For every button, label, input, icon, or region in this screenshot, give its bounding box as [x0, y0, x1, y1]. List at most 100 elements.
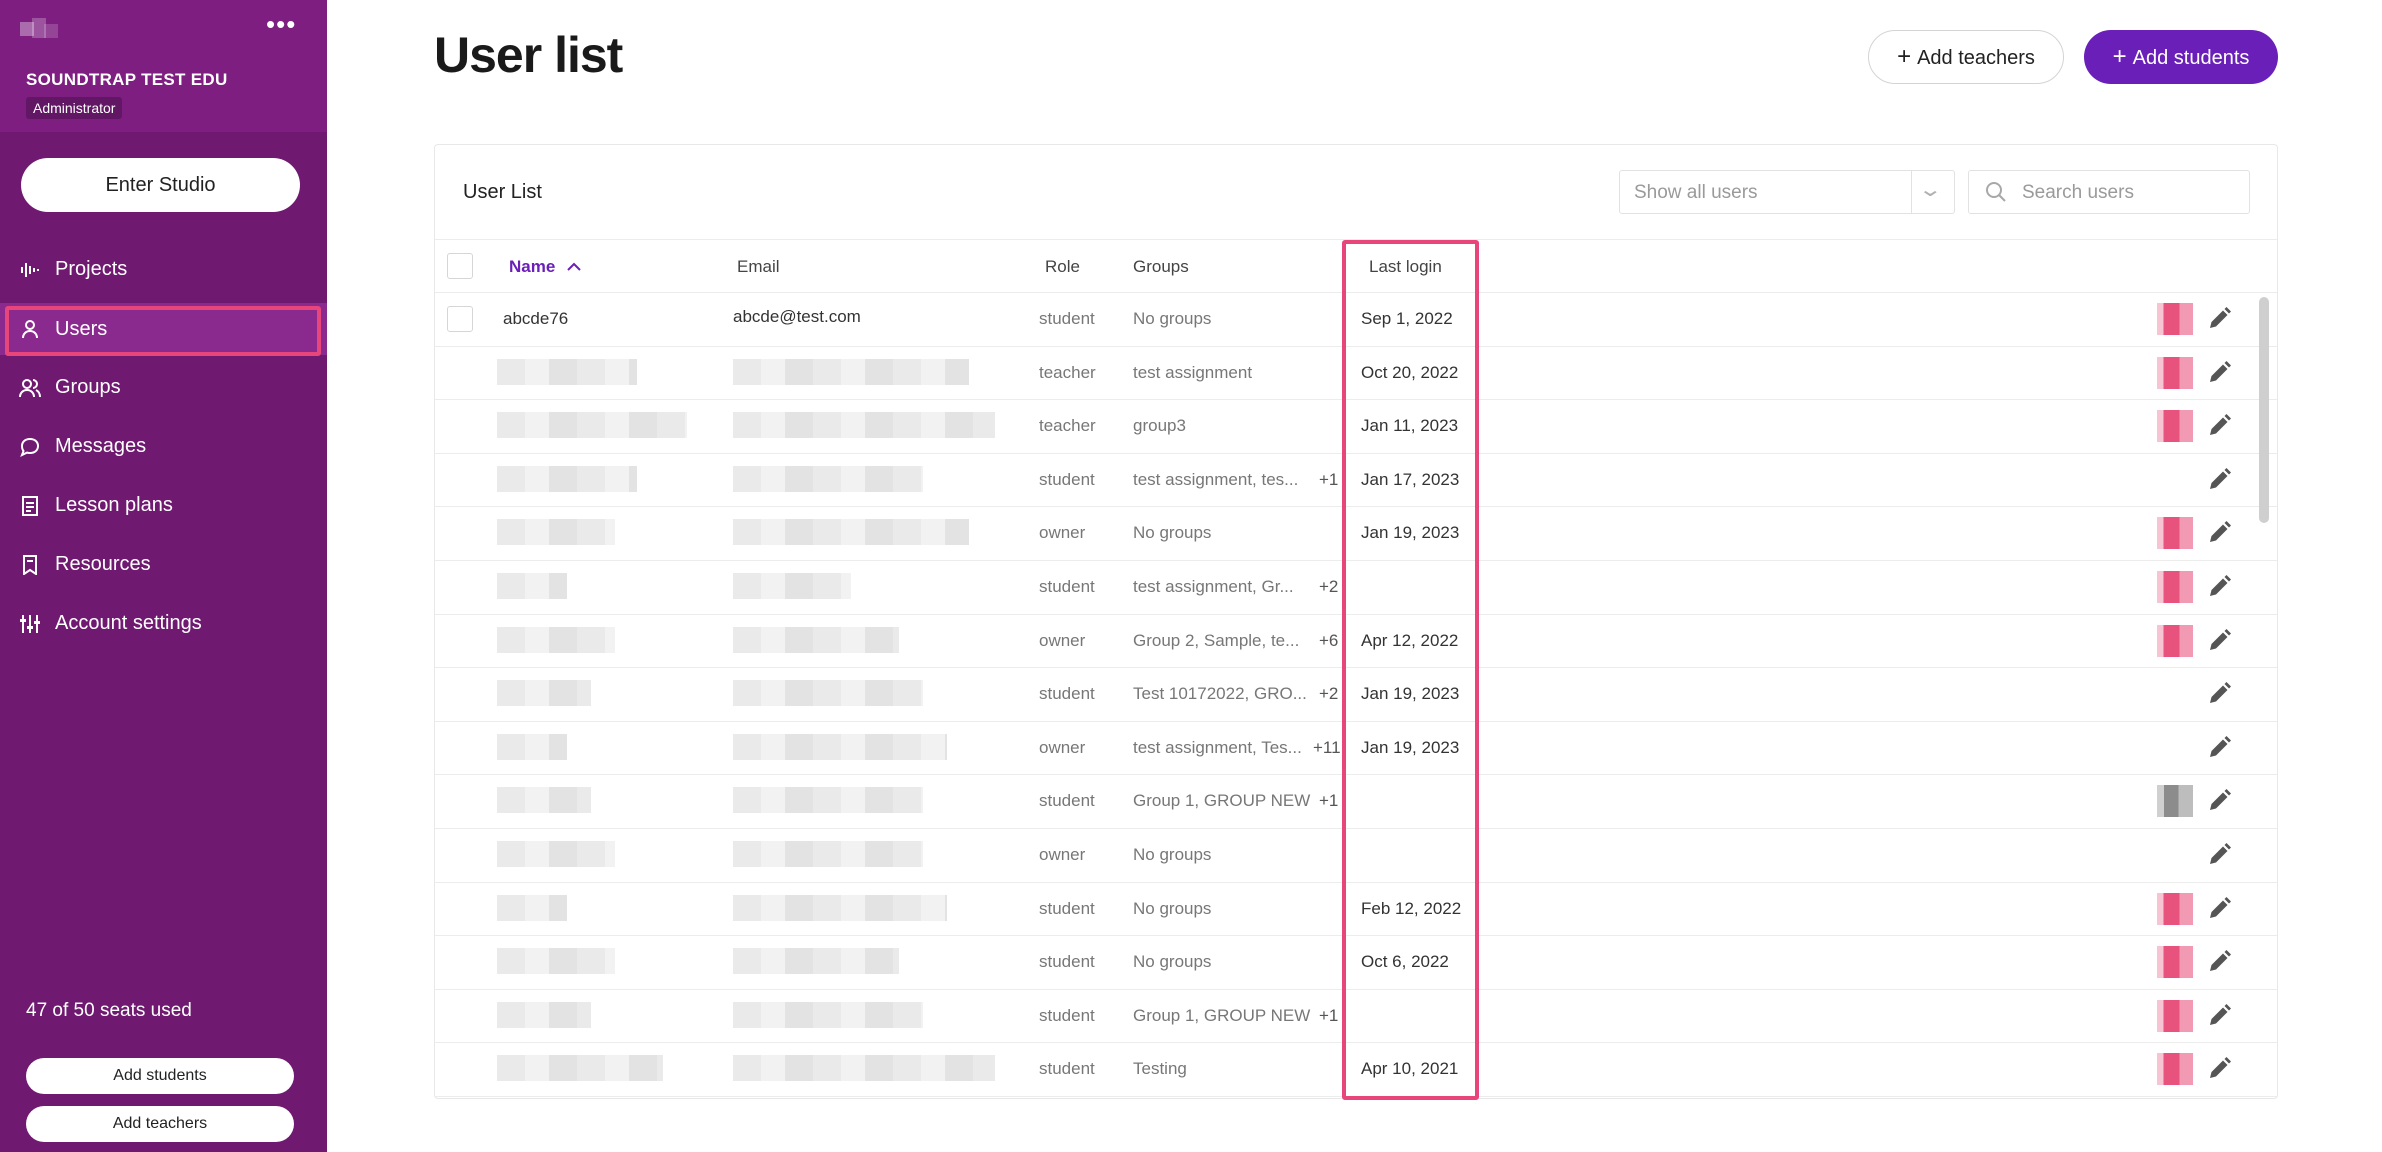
sidebar-item-projects[interactable]: Projects: [0, 240, 327, 299]
avatar: [2157, 946, 2193, 979]
table-row[interactable]: student No groups Feb 12, 2022: [435, 883, 2277, 937]
avatar: [2157, 785, 2193, 818]
add-students-button[interactable]: + Add students: [2084, 30, 2278, 84]
redacted-name: [497, 680, 591, 707]
sidebar-item-account-settings[interactable]: Account settings: [0, 594, 327, 653]
pencil-icon[interactable]: [2205, 573, 2233, 601]
redacted-name: [497, 840, 615, 867]
more-groups-badge[interactable]: +11: [1313, 738, 1341, 758]
pencil-icon[interactable]: [2205, 680, 2233, 708]
cell-last-login: Jan 19, 2023: [1361, 737, 1460, 757]
cell-last-login: Apr 12, 2022: [1361, 630, 1459, 650]
avatar: [2157, 999, 2193, 1032]
add-teachers-label: Add teachers: [1917, 47, 2035, 69]
bars-icon: [19, 259, 41, 281]
more-groups-badge[interactable]: +2: [1319, 577, 1338, 597]
add-teachers-button[interactable]: + Add teachers: [1868, 30, 2064, 84]
sidebar-item-label: Messages: [55, 435, 147, 457]
table-row[interactable]: teacher group3 Jan 11, 2023: [435, 400, 2277, 454]
scrollbar[interactable]: [2259, 297, 2269, 523]
pencil-icon[interactable]: [2205, 895, 2233, 923]
sidebar-add-teachers-button[interactable]: Add teachers: [26, 1106, 294, 1142]
table-row[interactable]: student Group 1, GROUP NEW +1: [435, 775, 2277, 829]
more-groups-badge[interactable]: +1: [1319, 1006, 1338, 1026]
column-header-email[interactable]: Email: [737, 257, 780, 277]
redacted-name: [497, 519, 615, 546]
table-row[interactable]: owner No groups Jan 19, 2023: [435, 507, 2277, 561]
group-icon: [19, 377, 41, 399]
pencil-icon[interactable]: [2205, 734, 2233, 762]
sidebar-item-groups[interactable]: Groups: [0, 358, 327, 417]
pencil-icon[interactable]: [2205, 627, 2233, 655]
avatar: [2157, 303, 2193, 335]
cell-role: owner: [1039, 737, 1086, 757]
cell-groups: No groups: [1133, 952, 1212, 972]
table-row[interactable]: student test assignment, Gr... +2: [435, 561, 2277, 615]
document-icon: [19, 495, 41, 517]
avatar: [2157, 517, 2193, 550]
sidebar-item-resources[interactable]: Resources: [0, 535, 327, 594]
pencil-icon[interactable]: [2205, 1055, 2233, 1083]
pencil-icon[interactable]: [2205, 412, 2233, 440]
pencil-icon[interactable]: [2205, 359, 2233, 387]
redacted-email: [733, 519, 969, 546]
sidebar-item-users[interactable]: Users: [0, 303, 327, 356]
column-header-groups[interactable]: Groups: [1133, 257, 1189, 277]
column-header-role[interactable]: Role: [1045, 257, 1080, 277]
sliders-icon: [19, 613, 41, 635]
table-row[interactable]: teacher test assignment Oct 20, 2022: [435, 347, 2277, 401]
row-checkbox[interactable]: [447, 306, 473, 332]
plus-icon: +: [2112, 43, 2127, 70]
user-icon: [19, 318, 41, 340]
column-header-last-login[interactable]: Last login: [1369, 257, 1442, 277]
cell-last-login: Jan 11, 2023: [1361, 416, 1459, 436]
chevron-down-icon[interactable]: ⌄: [1918, 177, 1943, 202]
column-header-name[interactable]: Name: [509, 257, 582, 277]
avatar: [2157, 1053, 2193, 1086]
table-row[interactable]: owner No groups: [435, 829, 2277, 883]
table-row[interactable]: abcde76 abcde@test.com student No groups Sep…: [435, 293, 2277, 347]
logo: [20, 18, 62, 38]
table-row[interactable]: student Group 1, GROUP NEW +1: [435, 990, 2277, 1044]
cell-name: abcde76: [503, 309, 569, 328]
redacted-name: [497, 894, 567, 921]
cell-last-login: Jan 19, 2023: [1361, 684, 1460, 704]
table-row[interactable]: owner Group 2, Sample, te... +6 Apr 12, 202…: [435, 615, 2277, 669]
sidebar-item-lesson-plans[interactable]: Lesson plans: [0, 476, 327, 535]
more-groups-badge[interactable]: +1: [1319, 791, 1338, 811]
search-placeholder: Search users: [2022, 182, 2134, 203]
redacted-name: [497, 1001, 591, 1028]
more-groups-badge[interactable]: +2: [1319, 684, 1338, 704]
pencil-icon[interactable]: [2205, 519, 2233, 547]
sidebar-item-messages[interactable]: Messages: [0, 417, 327, 476]
sidebar-add-students-button[interactable]: Add students: [26, 1058, 294, 1094]
table-row[interactable]: student Test 10172022, GRO... +2 Jan 19, 20…: [435, 668, 2277, 722]
select-all-checkbox[interactable]: [447, 253, 473, 279]
table-row[interactable]: student test assignment, tes... +1 Jan 17, …: [435, 454, 2277, 508]
redacted-email: [733, 358, 969, 385]
table-row[interactable]: student Testing Apr 10, 2021: [435, 1043, 2277, 1097]
search-input[interactable]: Search users: [1968, 170, 2250, 214]
page-title: User list: [434, 27, 623, 83]
table-row[interactable]: owner test assignment, Tes... +11 Jan 19, 2…: [435, 722, 2277, 776]
pencil-icon[interactable]: [2205, 466, 2233, 494]
more-groups-badge[interactable]: +6: [1319, 631, 1338, 651]
pencil-icon[interactable]: [2205, 841, 2233, 869]
more-groups-badge[interactable]: +1: [1319, 470, 1338, 490]
table-row[interactable]: student No groups Oct 6, 2022: [435, 936, 2277, 990]
cell-role: student: [1039, 952, 1095, 972]
pencil-icon[interactable]: [2205, 787, 2233, 815]
redacted-email: [733, 948, 899, 975]
more-options-icon[interactable]: •••: [266, 11, 296, 37]
redacted-email: [733, 733, 947, 760]
avatar: [2157, 356, 2193, 389]
card-title: User List: [463, 181, 542, 203]
pencil-icon[interactable]: [2205, 305, 2233, 333]
redacted-email: [733, 840, 923, 867]
pencil-icon[interactable]: [2205, 1002, 2233, 1030]
user-filter-dropdown[interactable]: Show all users ⌄: [1619, 170, 1955, 214]
enter-studio-button[interactable]: Enter Studio: [21, 158, 300, 212]
redacted-email: [733, 572, 851, 599]
redacted-name: [497, 358, 637, 385]
pencil-icon[interactable]: [2205, 948, 2233, 976]
